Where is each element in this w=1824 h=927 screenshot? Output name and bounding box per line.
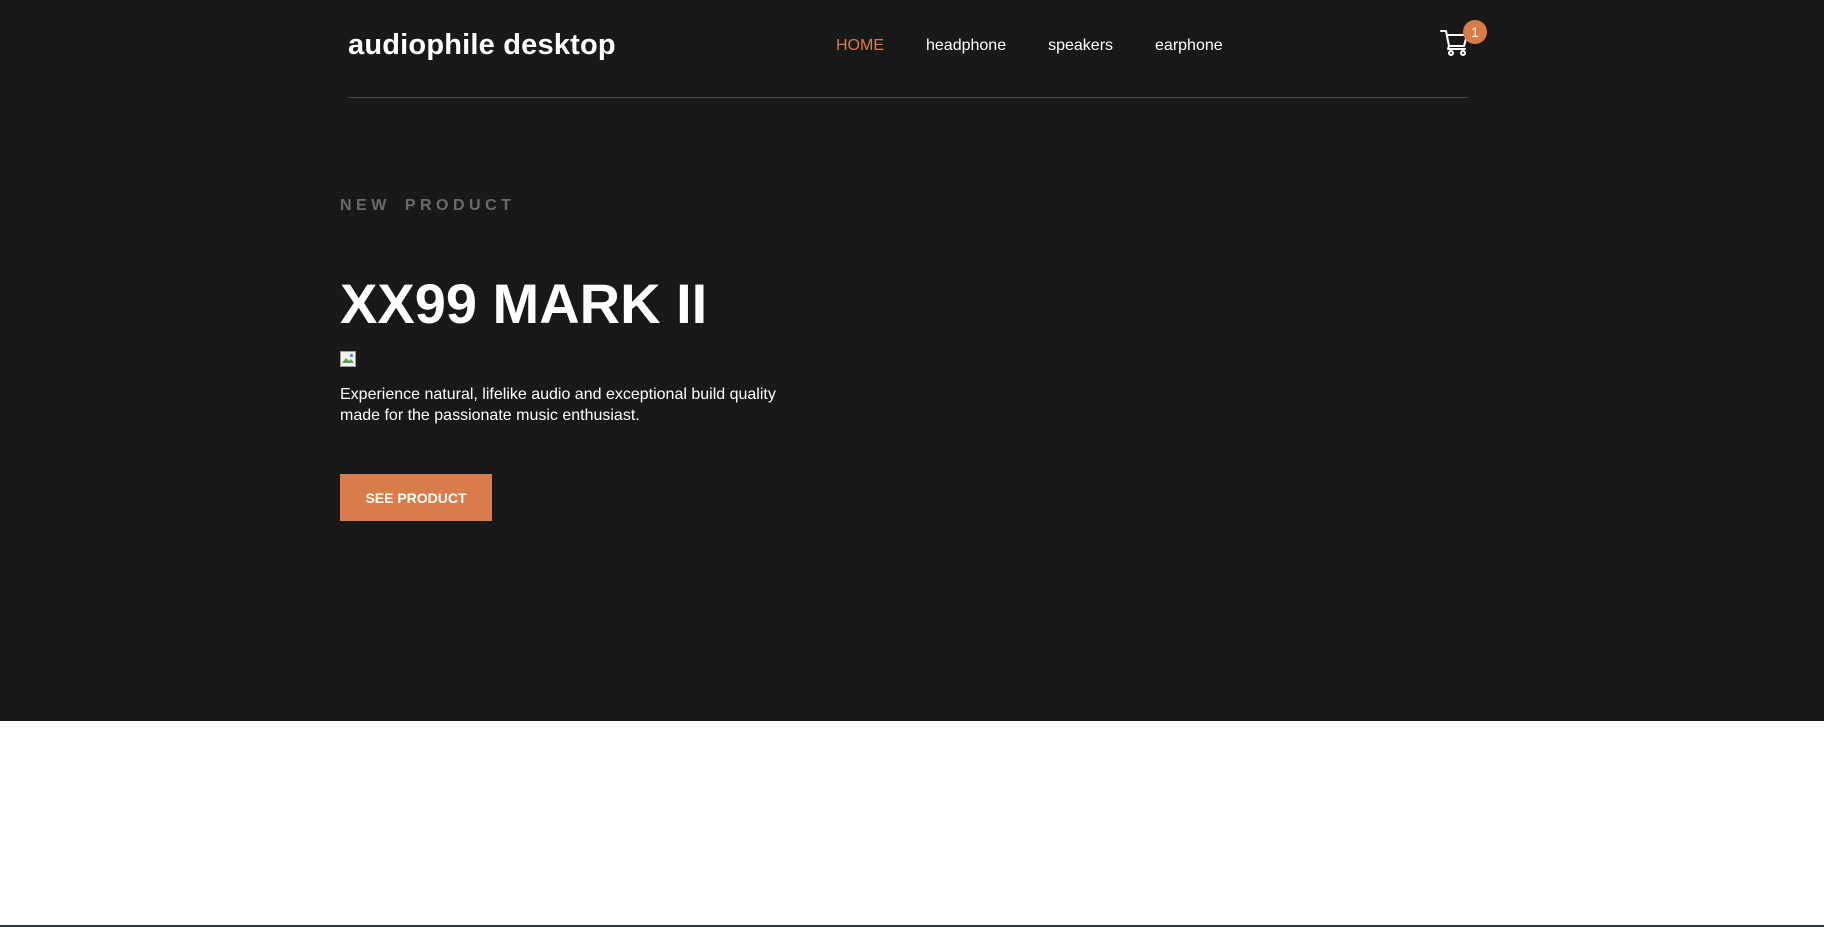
hero-eyebrow: NEW PRODUCT [340, 197, 515, 215]
nav-item-speakers[interactable]: speakers [1048, 37, 1113, 55]
nav-item-home[interactable]: HOME [836, 37, 884, 55]
cart-count-badge: 1 [1463, 20, 1487, 44]
eyebrow-word-product: PRODUCT [404, 197, 516, 214]
nav-item-headphone[interactable]: headphone [926, 37, 1006, 55]
hero-title: XX99 MARK II [340, 272, 708, 335]
eyebrow-word-new: NEW [340, 197, 391, 214]
broken-image-icon [340, 351, 356, 367]
site-header: audiophile desktop HOME headphone speake… [348, 0, 1487, 98]
nav-item-earphone[interactable]: earphone [1155, 37, 1223, 55]
hero-description: Experience natural, lifelike audio and e… [340, 386, 776, 424]
main-nav: HOME headphone speakers earphone [836, 37, 1223, 55]
see-product-button[interactable]: SEE PRODUCT [340, 474, 492, 521]
page: audiophile desktop HOME headphone speake… [0, 0, 1824, 927]
hero-section: audiophile desktop HOME headphone speake… [0, 0, 1824, 721]
site-logo[interactable]: audiophile desktop [348, 29, 616, 62]
